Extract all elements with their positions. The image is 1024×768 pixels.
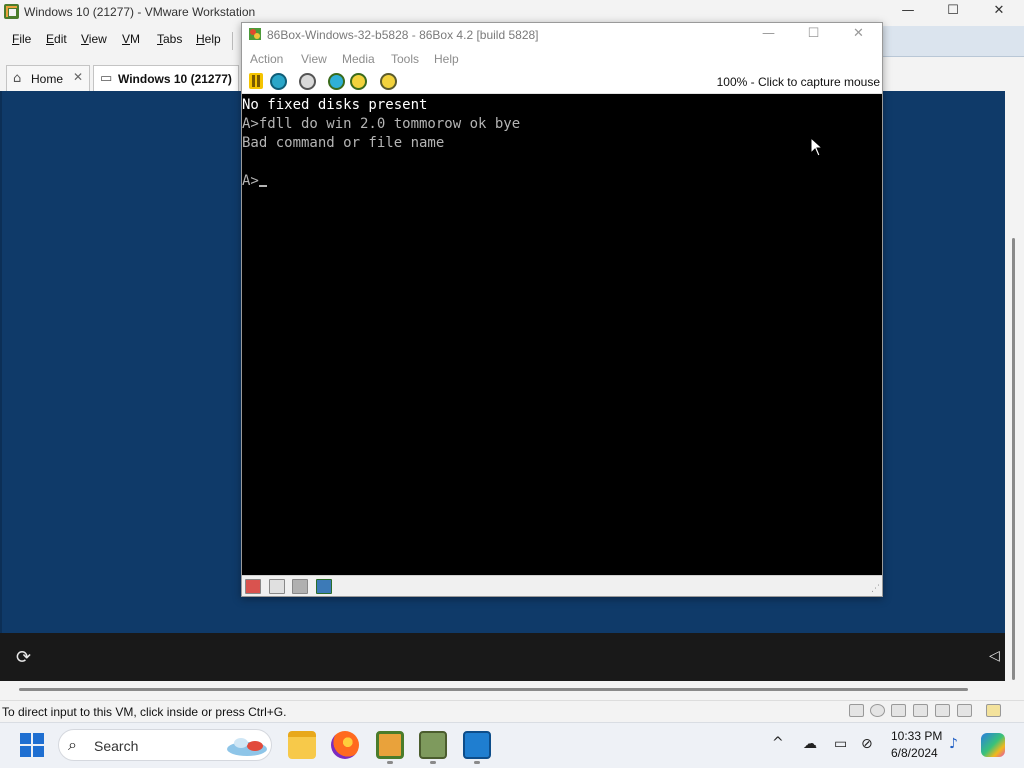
floppy-drive-icon[interactable] — [245, 579, 261, 594]
86box-menu-action[interactable]: Action — [250, 52, 283, 66]
86box-menubar: Action View Media Tools Help — [242, 47, 882, 69]
clock-time[interactable]: 10:33 PM — [891, 729, 942, 743]
86box-titlebar: 86Box-Windows-32-b5828 - 86Box 4.2 [buil… — [242, 23, 882, 47]
86box-statusbar: ⋰ — [242, 575, 882, 596]
horizontal-scrollbar-thumb[interactable] — [19, 688, 968, 691]
vm-icon: ▭ — [100, 71, 113, 86]
dos-line: No fixed disks present — [242, 97, 428, 113]
vmware-titlebar: Windows 10 (21277) - VMware Workstation … — [0, 0, 1024, 24]
cdrom-icon[interactable] — [870, 704, 885, 717]
tab-home[interactable]: ⌂ Home ✕ — [6, 65, 90, 91]
dos-prompt: A> — [242, 173, 259, 189]
message-icon[interactable] — [986, 704, 1001, 717]
vmware-minimize-button[interactable]: — — [885, 0, 931, 24]
menu-tabs[interactable]: Tabs — [157, 32, 182, 46]
vmware-icon[interactable] — [376, 731, 404, 759]
menu-help[interactable]: Help — [196, 32, 221, 46]
capture-mouse-status: 100% - Click to capture mouse — [716, 75, 880, 89]
86box-minimize-button[interactable]: — — [746, 23, 791, 47]
vmware-maximize-button[interactable]: ☐ — [930, 0, 976, 24]
usb-icon[interactable] — [957, 704, 972, 717]
menu-file[interactable]: File — [12, 32, 31, 46]
86box-close-button[interactable]: ✕ — [836, 23, 881, 47]
taskbar-search-box[interactable]: ⌕ Search — [58, 729, 272, 761]
dos-line — [242, 153, 882, 172]
hard-disk-icon[interactable] — [849, 704, 864, 717]
vmware-status-text: To direct input to this VM, click inside… — [2, 705, 287, 719]
settings-icon[interactable] — [380, 73, 397, 90]
copilot-icon[interactable] — [981, 733, 1005, 757]
settings-icon[interactable] — [350, 73, 367, 90]
cloud-icon[interactable]: ☁ — [803, 736, 817, 752]
menu-vm[interactable]: VM — [122, 32, 140, 46]
notification-bell-icon[interactable]: ♪ — [949, 736, 958, 752]
monitor-icon[interactable] — [463, 731, 491, 759]
86box-icon[interactable] — [419, 731, 447, 759]
tray-overflow-chevron-icon[interactable]: ^ — [772, 735, 784, 751]
home-icon: ⌂ — [13, 71, 22, 86]
vmware-toolbar — [880, 26, 1024, 57]
text-cursor — [258, 185, 267, 187]
vmware-window-title: Windows 10 (21277) - VMware Workstation — [24, 5, 256, 19]
86box-menu-view[interactable]: View — [301, 52, 327, 66]
dos-prompt-line: A> — [242, 172, 882, 191]
86box-menu-media[interactable]: Media — [342, 52, 375, 66]
ctrl-alt-del-icon[interactable] — [299, 73, 316, 90]
tab-home-label: Home — [31, 72, 64, 86]
network-icon[interactable]: ⊘ — [861, 736, 873, 752]
tab-home-close-button[interactable]: ✕ — [73, 70, 83, 84]
display-icon[interactable]: ▭ — [834, 736, 847, 752]
clock-date[interactable]: 6/8/2024 — [891, 746, 938, 760]
printer-icon[interactable] — [913, 704, 928, 717]
vmware-close-button[interactable]: ✕ — [976, 0, 1022, 24]
tab-windows10-label: Windows 10 (21277) — [118, 72, 232, 86]
86box-window[interactable]: 86Box-Windows-32-b5828 - 86Box 4.2 [buil… — [241, 22, 883, 597]
86box-maximize-button[interactable]: ☐ — [791, 23, 836, 47]
file-explorer-icon[interactable] — [288, 731, 316, 759]
windows-start-icon[interactable] — [20, 733, 44, 757]
guest-taskbar — [0, 633, 1005, 681]
running-indicator — [430, 761, 436, 764]
menu-view[interactable]: View — [81, 32, 107, 46]
dos-screen[interactable]: No fixed disks present A>fdll do win 2.0… — [242, 94, 882, 575]
firefox-icon[interactable] — [331, 731, 359, 759]
guest-power-icon[interactable]: ⟳ — [16, 647, 31, 668]
settings-icon[interactable] — [328, 73, 345, 90]
86box-app-icon — [249, 28, 261, 40]
menubar-divider — [232, 32, 233, 50]
dos-line: Bad command or file name — [242, 135, 445, 151]
running-indicator — [474, 761, 480, 764]
search-icon: ⌕ — [68, 735, 77, 754]
resize-grip-icon[interactable]: ⋰ — [871, 584, 880, 594]
sound-icon[interactable] — [316, 579, 332, 594]
search-highlight-icon — [227, 738, 267, 756]
guest-volume-icon[interactable]: ◁ — [989, 648, 1000, 664]
floppy-drive-icon[interactable] — [269, 579, 285, 594]
cdrom-icon[interactable] — [292, 579, 308, 594]
search-label: Search — [94, 738, 139, 754]
network-icon[interactable] — [891, 704, 906, 717]
sound-card-icon[interactable] — [935, 704, 950, 717]
vmware-app-icon — [4, 4, 19, 19]
reset-icon[interactable] — [270, 73, 287, 90]
tab-windows10[interactable]: ▭ Windows 10 (21277) — [93, 65, 239, 91]
running-indicator — [387, 761, 393, 764]
86box-menu-tools[interactable]: Tools — [391, 52, 419, 66]
vertical-scrollbar-thumb[interactable] — [1012, 238, 1015, 680]
dos-line: A>fdll do win 2.0 tommorow ok bye — [242, 116, 521, 132]
86box-window-title: 86Box-Windows-32-b5828 - 86Box 4.2 [buil… — [267, 28, 539, 42]
pause-icon[interactable] — [249, 73, 263, 89]
86box-menu-help[interactable]: Help — [434, 52, 459, 66]
menu-edit[interactable]: Edit — [46, 32, 67, 46]
